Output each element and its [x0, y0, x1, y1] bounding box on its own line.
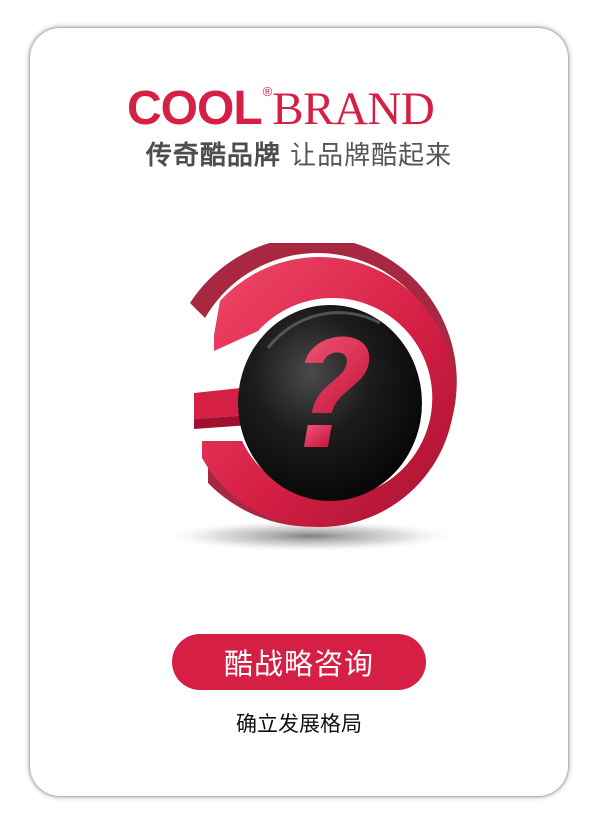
card: COOL ® BRAND 传奇酷品牌 让品牌酷起来 酷战略咨询 确立发展格局: [30, 28, 568, 796]
subtitle: 确立发展格局: [236, 712, 362, 736]
tagline: 传奇酷品牌 让品牌酷起来: [30, 135, 568, 172]
logo-word-brand: BRAND: [272, 83, 435, 135]
tagline-secondary: 让品牌酷起来: [290, 141, 453, 171]
strategy-consulting-button[interactable]: 酷战略咨询: [172, 634, 426, 690]
registered-mark: ®: [262, 84, 273, 99]
logo-word-cool: COOL: [127, 82, 263, 135]
question-emblem-graphic: [160, 236, 460, 552]
tagline-primary: 传奇酷品牌: [145, 141, 281, 171]
coolbrand-logo: COOL ® BRAND: [127, 83, 472, 133]
question-emblem: [150, 236, 460, 563]
